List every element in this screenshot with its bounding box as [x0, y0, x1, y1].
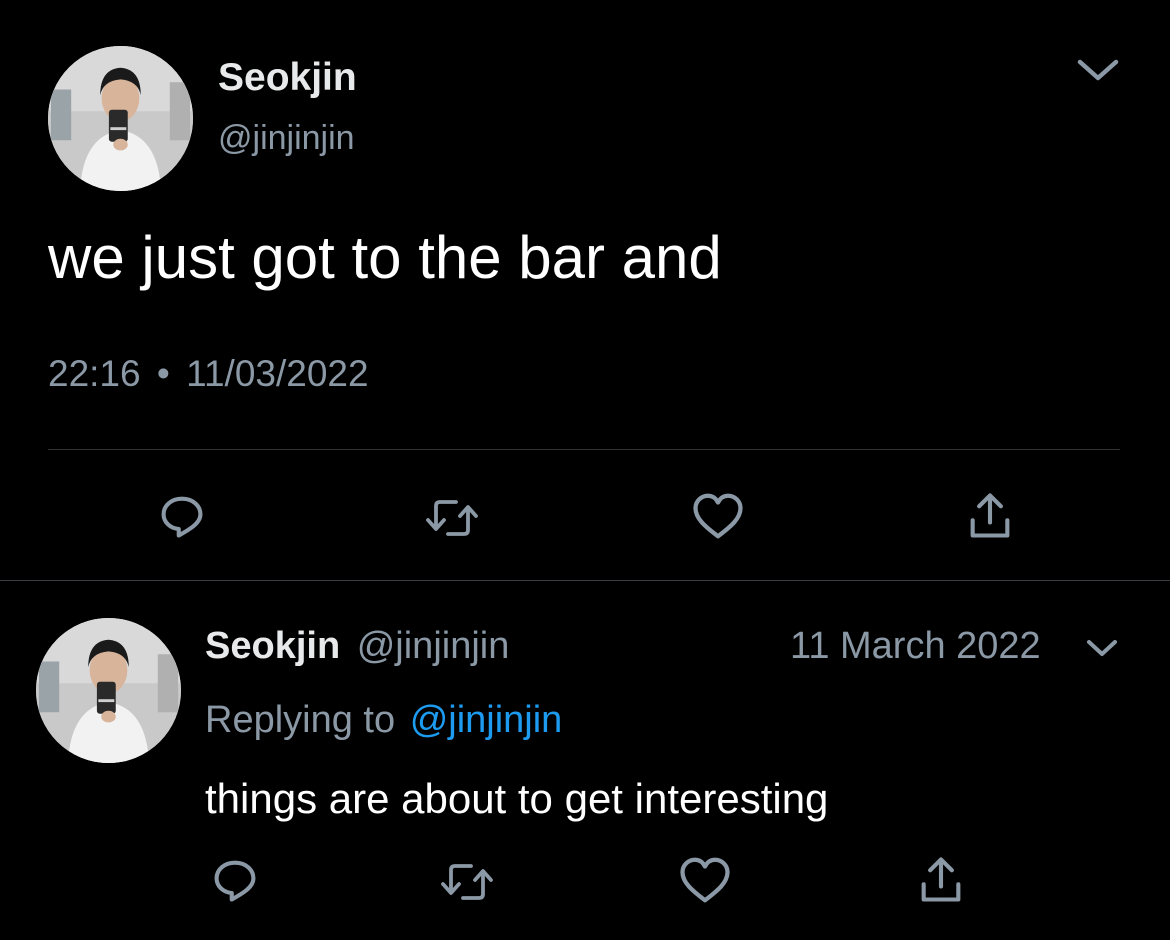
chevron-down-icon	[1087, 640, 1117, 656]
reply-retweet-button[interactable]	[436, 854, 498, 910]
chevron-down-icon	[1077, 59, 1119, 81]
reply-display-name[interactable]: Seokjin	[205, 625, 340, 667]
share-button[interactable]	[958, 488, 1022, 544]
replying-to: Replying to @jinjinjin	[205, 698, 562, 742]
tweet-separator	[0, 580, 1170, 581]
like-button[interactable]	[686, 488, 750, 544]
reply-icon	[214, 860, 256, 902]
replying-to-handle[interactable]: @jinjinjin	[410, 699, 563, 741]
tweet-text: we just got to the bar and	[48, 224, 722, 291]
retweet-icon	[441, 864, 493, 900]
reply-text: things are about to get interesting	[205, 775, 829, 822]
reply-avatar[interactable]	[36, 618, 181, 763]
share-icon	[921, 857, 961, 902]
tweet-date: 11/03/2022	[186, 353, 369, 394]
display-name[interactable]: Seokjin	[218, 56, 357, 100]
timestamp: 22:16 • 11/03/2022	[48, 352, 369, 396]
heart-icon	[680, 857, 730, 903]
profile-photo	[48, 46, 193, 191]
reply-header: Seokjin @jinjinjin	[205, 624, 509, 668]
replying-to-label: Replying to	[205, 699, 396, 741]
reply-like-button[interactable]	[674, 852, 736, 908]
share-icon	[970, 493, 1010, 538]
more-button[interactable]	[1070, 48, 1126, 92]
reply-button[interactable]	[150, 488, 214, 544]
divider	[48, 449, 1120, 450]
reply-more-button[interactable]	[1080, 628, 1124, 668]
reply-handle[interactable]: @jinjinjin	[357, 625, 510, 667]
reply-reply-button[interactable]	[204, 852, 266, 908]
timestamp-separator: •	[156, 353, 170, 394]
handle[interactable]: @jinjinjin	[218, 118, 355, 158]
retweet-button[interactable]	[420, 490, 484, 546]
tweet-time: 22:16	[48, 353, 141, 394]
heart-icon	[693, 493, 743, 539]
retweet-icon	[426, 500, 478, 536]
reply-profile-photo	[36, 618, 181, 763]
reply-icon	[161, 496, 203, 538]
avatar[interactable]	[48, 46, 193, 191]
reply-share-button[interactable]	[910, 852, 972, 908]
reply-date[interactable]: 11 March 2022	[790, 624, 1041, 668]
